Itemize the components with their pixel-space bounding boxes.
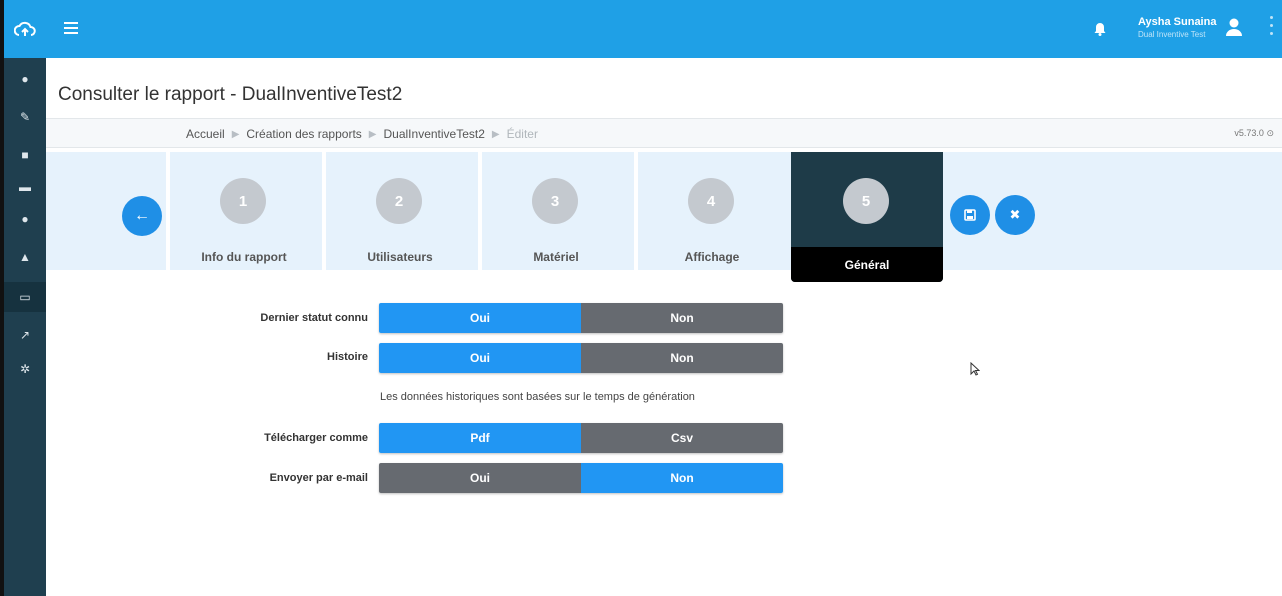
- step-number: 3: [532, 178, 578, 224]
- step-users[interactable]: 2 Utilisateurs: [322, 152, 474, 270]
- send-email-no-button[interactable]: Non: [581, 463, 783, 493]
- close-icon: ✖: [1009, 207, 1021, 222]
- more-options-icon[interactable]: [1270, 16, 1274, 40]
- step-label: Utilisateurs: [367, 250, 433, 264]
- breadcrumb-reports[interactable]: Création des rapports: [246, 127, 361, 141]
- step-label: Info du rapport: [201, 250, 287, 264]
- chevron-right-icon: ▶: [491, 128, 500, 140]
- sidebar: ● ✎ ■ ▬ ● ▲ ▭ ↗ ✲: [0, 0, 46, 596]
- step-equipment[interactable]: 3 Matériel: [478, 152, 630, 270]
- history-label: Histoire: [327, 351, 368, 363]
- breadcrumb: Accueil ▶ Création des rapports ▶ DualIn…: [186, 127, 538, 141]
- step-number: 2: [376, 178, 422, 224]
- download-as-label: Télécharger comme: [264, 432, 368, 444]
- back-button[interactable]: ←: [122, 196, 162, 236]
- page-title: Consulter le rapport - DualInventiveTest…: [58, 84, 403, 105]
- sidebar-item-stats[interactable]: ↗: [4, 320, 46, 350]
- clock-icon: ⊙: [1266, 128, 1274, 138]
- step-number: 5: [843, 178, 889, 224]
- step-general[interactable]: 5 Général: [791, 152, 943, 282]
- save-icon: [964, 209, 976, 221]
- sidebar-item-training[interactable]: ▲: [4, 242, 46, 272]
- globe-icon: ●: [21, 212, 29, 226]
- sidebar-item-tools[interactable]: ✎: [4, 102, 46, 132]
- app-logo-icon[interactable]: [4, 0, 46, 58]
- sidebar-item-settings[interactable]: ✲: [4, 354, 46, 384]
- user-name[interactable]: Aysha Sunaina: [1138, 16, 1216, 28]
- chart-icon: ↗: [19, 328, 31, 342]
- download-format-toggle: Pdf Csv: [379, 423, 783, 453]
- download-pdf-button[interactable]: Pdf: [379, 423, 581, 453]
- last-status-no-button[interactable]: Non: [581, 303, 783, 333]
- folder-icon: ▬: [19, 180, 31, 194]
- send-email-toggle: Oui Non: [379, 463, 783, 493]
- breadcrumb-home[interactable]: Accueil: [186, 127, 225, 141]
- step-label: Général: [844, 258, 890, 272]
- step-info[interactable]: 1 Info du rapport: [166, 152, 318, 270]
- history-toggle: Oui Non: [379, 343, 783, 373]
- step-label: Matériel: [533, 250, 579, 264]
- wrench-icon: ✎: [19, 110, 31, 124]
- avatar-icon[interactable]: [1226, 18, 1242, 41]
- sidebar-item-user[interactable]: ●: [4, 64, 46, 94]
- mouse-cursor-icon: [970, 361, 981, 379]
- breadcrumb-report[interactable]: DualInventiveTest2: [384, 127, 485, 141]
- history-hint: Les données historiques sont basées sur …: [380, 391, 695, 403]
- last-status-label: Dernier statut connu: [260, 312, 368, 324]
- cancel-button[interactable]: ✖: [995, 195, 1035, 235]
- history-yes-button[interactable]: Oui: [379, 343, 581, 373]
- step-number: 4: [688, 178, 734, 224]
- history-no-button[interactable]: Non: [581, 343, 783, 373]
- breadcrumb-edit: Éditer: [506, 127, 538, 141]
- step-label: Affichage: [684, 250, 740, 264]
- gear-icon: ✲: [19, 362, 31, 376]
- sidebar-item-globe[interactable]: ●: [4, 204, 46, 234]
- save-button[interactable]: [950, 195, 990, 235]
- last-status-yes-button[interactable]: Oui: [379, 303, 581, 333]
- arrow-left-icon: ←: [134, 207, 150, 224]
- download-csv-button[interactable]: Csv: [581, 423, 783, 453]
- send-email-label: Envoyer par e-mail: [269, 472, 368, 484]
- step-number: 1: [220, 178, 266, 224]
- sidebar-item-reports[interactable]: ▭: [4, 282, 46, 312]
- breadcrumb-bar: Accueil ▶ Création des rapports ▶ DualIn…: [46, 118, 1282, 148]
- send-email-yes-button[interactable]: Oui: [379, 463, 581, 493]
- version-label: v5.73.0 ⊙: [1234, 128, 1274, 138]
- inbox-icon: ▭: [19, 290, 31, 304]
- step-display[interactable]: 4 Affichage: [634, 152, 786, 270]
- top-bar: Aysha Sunaina Dual Inventive Test: [46, 0, 1282, 58]
- graduation-icon: ▲: [19, 250, 31, 264]
- wizard-stepper: ← 1 Info du rapport 2 Utilisateurs 3 Mat…: [46, 152, 1282, 282]
- user-icon: ●: [21, 72, 29, 86]
- last-status-toggle: Oui Non: [379, 303, 783, 333]
- sidebar-item-vehicles[interactable]: ■: [4, 140, 46, 170]
- chevron-right-icon: ▶: [231, 128, 240, 140]
- bell-icon[interactable]: [1094, 22, 1106, 41]
- chevron-right-icon: ▶: [368, 128, 377, 140]
- vehicle-icon: ■: [21, 148, 29, 162]
- menu-icon[interactable]: [64, 22, 78, 34]
- user-organization: Dual Inventive Test: [1138, 30, 1206, 39]
- sidebar-item-folder[interactable]: ▬: [4, 172, 46, 202]
